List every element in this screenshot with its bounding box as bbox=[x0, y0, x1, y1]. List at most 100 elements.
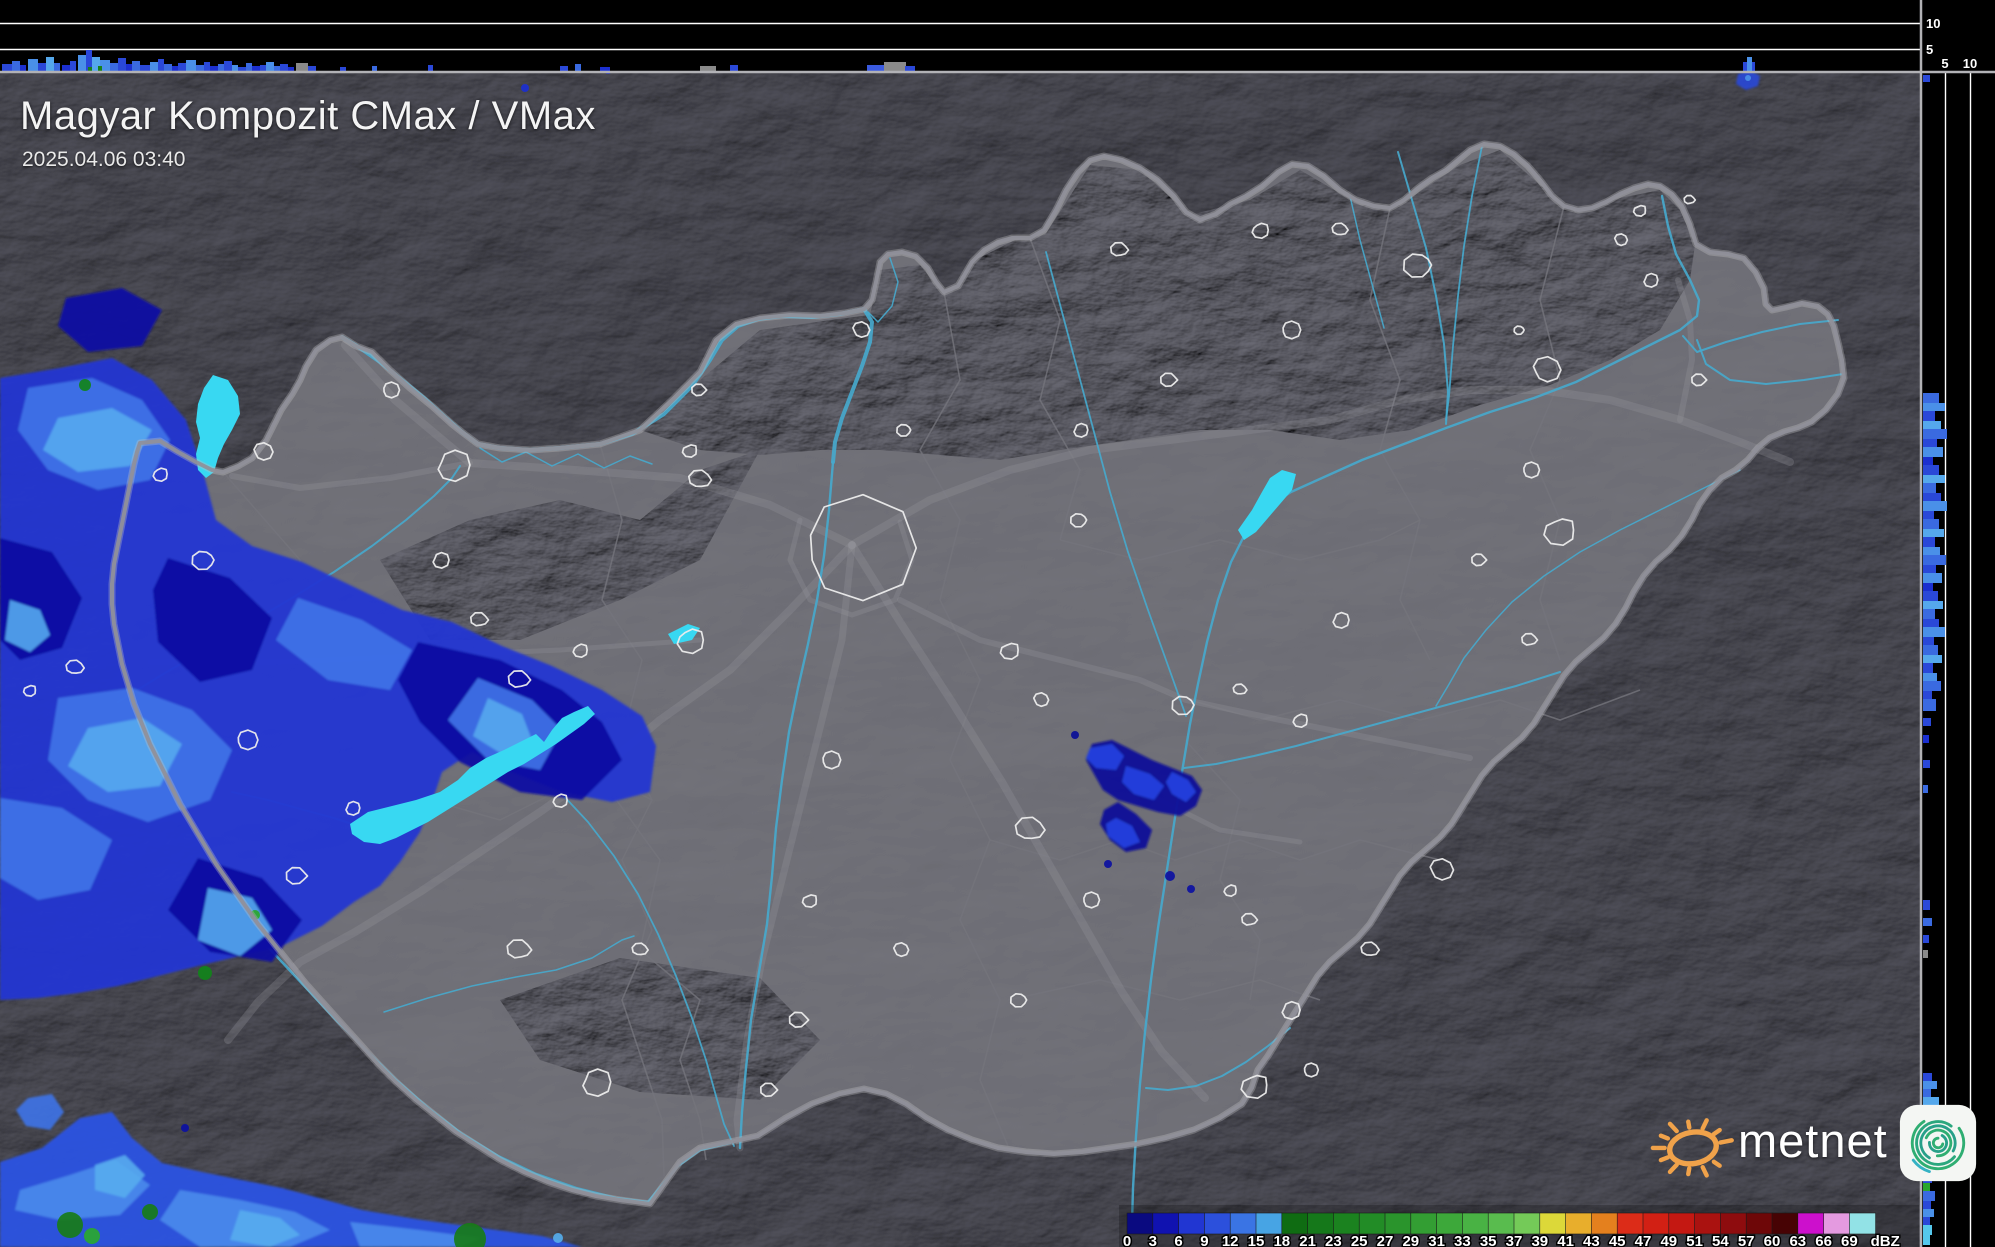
sun-ray bbox=[1667, 1121, 1679, 1134]
profile-bar bbox=[700, 66, 716, 71]
profile-bar bbox=[1923, 439, 1937, 447]
profile-bar bbox=[1923, 645, 1938, 655]
legend-tick-label: 66 bbox=[1815, 1233, 1832, 1247]
sun-ray bbox=[1718, 1138, 1734, 1145]
legend-cell bbox=[1694, 1212, 1722, 1235]
legend-color-scale bbox=[1126, 1212, 1876, 1235]
profile-bar bbox=[1923, 718, 1931, 726]
metnet-logo: metnet bbox=[1648, 1098, 1978, 1188]
dbz-legend: 0 3 6 9 12 15 18 21 23 25 27 29 31 33 35 37 39 41 43 45 47 49… bbox=[1119, 1205, 1919, 1247]
legend-unit-label: dBZ bbox=[1871, 1233, 1900, 1247]
profile-bar bbox=[186, 60, 196, 71]
profile-bar bbox=[1923, 457, 1933, 465]
legend-tick-label: 45 bbox=[1609, 1233, 1626, 1247]
profile-bar bbox=[1923, 573, 1942, 583]
precipitation-cell bbox=[79, 379, 91, 391]
profile-bar bbox=[172, 66, 178, 71]
profile-bar bbox=[1923, 785, 1928, 793]
profile-bar bbox=[88, 67, 92, 71]
legend-tick-label: 23 bbox=[1325, 1233, 1342, 1247]
radar-composite-view: 10 5 5 10 0 3 6 9 12 15 18 21 23 25 27 29 31 33 35 37 39 41 4… bbox=[0, 0, 1995, 1247]
legend-cell bbox=[1255, 1212, 1283, 1235]
profile-bar bbox=[1923, 673, 1937, 681]
sun-ray bbox=[1711, 1127, 1722, 1137]
legend-tick-label: 37 bbox=[1506, 1233, 1523, 1247]
profile-bar bbox=[905, 66, 915, 71]
profile-bar bbox=[1923, 935, 1929, 943]
profile-bar bbox=[560, 66, 568, 71]
legend-cell bbox=[1307, 1212, 1335, 1235]
profile-bar bbox=[238, 67, 246, 71]
profile-bar bbox=[1923, 475, 1945, 483]
precipitation-cell bbox=[521, 84, 529, 92]
legend-cell bbox=[1358, 1212, 1386, 1235]
legend-tick-label: 54 bbox=[1712, 1233, 1729, 1247]
profile-bar bbox=[38, 63, 46, 71]
precipitation-cell bbox=[1187, 885, 1195, 893]
profile-bar bbox=[1923, 601, 1943, 609]
profile-bar bbox=[2, 64, 12, 71]
profile-bar bbox=[110, 63, 118, 71]
profile-bar bbox=[1923, 1225, 1932, 1235]
right-profile-panel bbox=[1921, 0, 1995, 1247]
legend-cell bbox=[1384, 1212, 1412, 1235]
profile-bar bbox=[1923, 1217, 1930, 1225]
precipitation-cell bbox=[1745, 75, 1751, 81]
profile-bar bbox=[178, 63, 186, 71]
profile-bar bbox=[1923, 681, 1941, 691]
legend-tick-label: 15 bbox=[1248, 1233, 1265, 1247]
profile-bar bbox=[132, 61, 140, 71]
profile-bar bbox=[1923, 501, 1947, 511]
legend-tick-label: 41 bbox=[1557, 1233, 1574, 1247]
cyclone-app-icon bbox=[1899, 1104, 1976, 1182]
legend-cell bbox=[1668, 1212, 1696, 1235]
profile-bar bbox=[1923, 411, 1935, 421]
legend-cell bbox=[1229, 1212, 1257, 1235]
profile-bar bbox=[274, 66, 280, 71]
profile-bar bbox=[164, 64, 172, 71]
sun-ray bbox=[1658, 1133, 1671, 1141]
sun-body bbox=[1667, 1129, 1719, 1167]
legend-tick-label: 35 bbox=[1480, 1233, 1497, 1247]
radar-map: 1055 10 0 3 6 9 12 15 18 21 23 25 27 29 31 33 35 37 39 41 4… bbox=[0, 0, 1995, 1247]
profile-bar bbox=[126, 64, 132, 71]
profile-bar bbox=[1923, 1201, 1931, 1209]
profile-bar bbox=[1923, 483, 1936, 493]
profile-bar bbox=[340, 67, 346, 71]
profile-bar bbox=[1923, 609, 1935, 619]
profile-bar bbox=[1923, 637, 1934, 645]
profile-bar bbox=[428, 65, 433, 71]
sun-ray bbox=[1686, 1166, 1692, 1177]
legend-cell bbox=[1771, 1212, 1799, 1235]
profile-bar bbox=[150, 62, 158, 71]
legend-tick-label: 39 bbox=[1531, 1233, 1548, 1247]
top-axis-tick-label: 10 bbox=[1926, 16, 1940, 31]
profile-bar bbox=[266, 62, 274, 71]
profile-bar bbox=[372, 66, 377, 71]
legend-cell bbox=[1823, 1212, 1851, 1235]
profile-bar bbox=[1923, 465, 1939, 475]
legend-cell bbox=[1539, 1212, 1567, 1235]
profile-bar bbox=[1923, 75, 1930, 82]
profile-bar bbox=[867, 65, 885, 71]
legend-tick-label: 29 bbox=[1402, 1233, 1419, 1247]
legend-cell bbox=[1616, 1212, 1644, 1235]
profile-bar bbox=[308, 66, 316, 71]
profile-bar bbox=[575, 64, 581, 71]
profile-bar bbox=[1923, 735, 1929, 743]
sun-ray bbox=[1700, 1164, 1709, 1178]
profile-bar bbox=[1923, 699, 1936, 711]
profile-bar bbox=[1923, 511, 1934, 519]
profile-bar bbox=[78, 55, 86, 71]
profile-bar bbox=[1923, 655, 1942, 663]
profile-bar bbox=[1923, 760, 1930, 768]
profile-bar bbox=[280, 64, 288, 71]
profile-bar bbox=[140, 65, 150, 71]
legend-cell bbox=[1797, 1212, 1825, 1235]
precipitation-cell bbox=[1104, 860, 1112, 868]
legend-tick-label: 0 bbox=[1123, 1233, 1131, 1247]
profile-bar bbox=[196, 65, 204, 71]
profile-bar bbox=[1923, 1235, 1930, 1245]
profile-bar bbox=[1923, 493, 1941, 501]
profile-bar bbox=[884, 62, 906, 71]
